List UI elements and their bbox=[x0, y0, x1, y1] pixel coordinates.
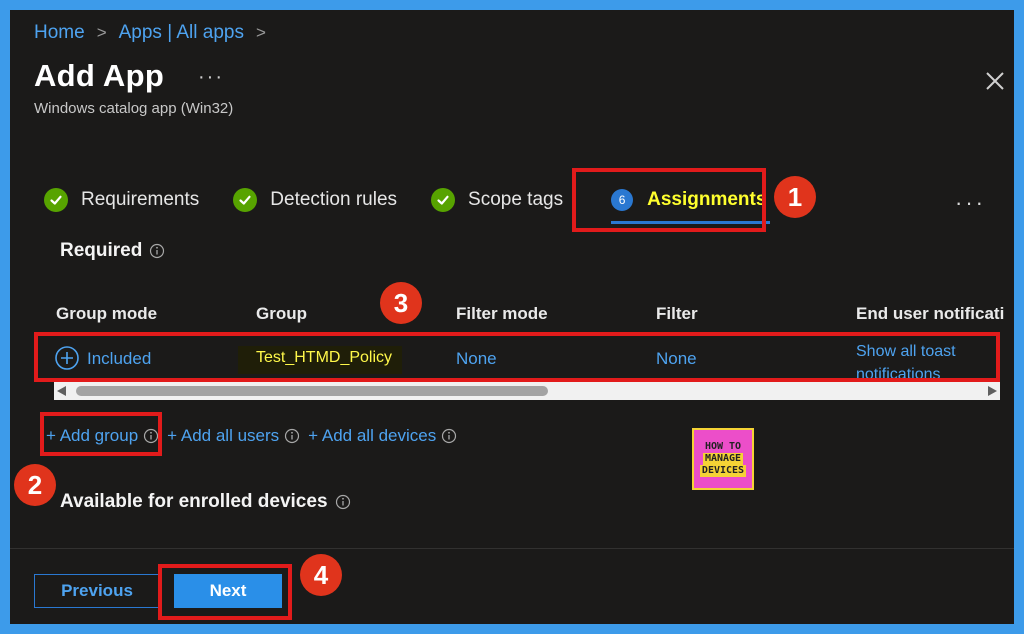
close-button[interactable] bbox=[982, 68, 1008, 94]
info-icon[interactable] bbox=[441, 428, 457, 444]
logo-text: DEVICES bbox=[699, 465, 747, 477]
scroll-left-icon[interactable] bbox=[57, 386, 66, 396]
how-to-manage-devices-logo: HOW TO MANAGE DEVICES bbox=[692, 428, 754, 490]
section-title-required: Required bbox=[60, 240, 165, 262]
add-app-panel: Home > Apps | All apps > Add App ··· Win… bbox=[10, 10, 1014, 624]
page-title: Add App bbox=[34, 58, 165, 93]
breadcrumb-separator: > bbox=[96, 23, 107, 42]
info-icon[interactable] bbox=[335, 494, 351, 510]
breadcrumb-all-apps[interactable]: Apps | All apps bbox=[119, 22, 244, 44]
annotation-badge-3: 3 bbox=[380, 282, 422, 324]
section-title-text: Available for enrolled devices bbox=[60, 491, 328, 512]
highlight-assignments-step bbox=[572, 168, 766, 232]
step-requirements[interactable]: Requirements bbox=[44, 182, 199, 218]
page-subtitle: Windows catalog app (Win32) bbox=[34, 100, 234, 117]
column-header-filter-mode: Filter mode bbox=[456, 304, 548, 323]
checkmark-icon bbox=[233, 188, 258, 212]
logo-text: HOW TO bbox=[704, 441, 742, 452]
horizontal-scrollbar[interactable] bbox=[54, 382, 1000, 400]
step-detection-rules[interactable]: Detection rules bbox=[233, 182, 397, 218]
section-title-available: Available for enrolled devices bbox=[60, 491, 351, 513]
highlight-table-row bbox=[34, 332, 1000, 382]
add-all-users-label: + Add all users bbox=[167, 426, 280, 445]
previous-button[interactable]: Previous bbox=[34, 574, 160, 608]
breadcrumb-home[interactable]: Home bbox=[34, 22, 85, 44]
close-icon bbox=[986, 72, 1004, 90]
add-all-users-link[interactable]: + Add all users bbox=[167, 426, 300, 446]
highlight-next-button bbox=[158, 564, 292, 620]
steps-more-button[interactable]: ··· bbox=[955, 190, 986, 216]
section-title-text: Required bbox=[60, 240, 143, 261]
step-scope-tags[interactable]: Scope tags bbox=[431, 182, 563, 218]
info-icon[interactable] bbox=[149, 243, 165, 259]
step-label: Detection rules bbox=[270, 189, 398, 210]
annotation-badge-1: 1 bbox=[774, 176, 816, 218]
scroll-right-icon[interactable] bbox=[988, 386, 997, 396]
scrollbar-thumb[interactable] bbox=[76, 386, 548, 396]
more-options-button[interactable]: ··· bbox=[198, 66, 224, 89]
highlight-add-group bbox=[40, 412, 162, 456]
column-header-group: Group bbox=[256, 304, 307, 323]
breadcrumb-separator: > bbox=[255, 23, 266, 42]
column-header-filter: Filter bbox=[656, 304, 698, 323]
annotation-badge-2: 2 bbox=[14, 464, 56, 506]
column-header-group-mode: Group mode bbox=[56, 304, 158, 323]
info-icon[interactable] bbox=[284, 428, 300, 444]
annotation-badge-4: 4 bbox=[300, 554, 342, 596]
add-all-devices-label: + Add all devices bbox=[308, 426, 437, 445]
checkmark-icon bbox=[431, 188, 456, 212]
breadcrumb: Home > Apps | All apps > bbox=[34, 22, 278, 44]
step-label: Requirements bbox=[81, 189, 200, 210]
logo-text: MANAGE bbox=[702, 453, 744, 465]
add-all-devices-link[interactable]: + Add all devices bbox=[308, 426, 457, 446]
checkmark-icon bbox=[44, 188, 68, 212]
column-header-end-user-notifications: End user notificati bbox=[856, 304, 1005, 323]
step-label: Scope tags bbox=[468, 189, 564, 210]
footer-divider bbox=[10, 548, 1014, 549]
